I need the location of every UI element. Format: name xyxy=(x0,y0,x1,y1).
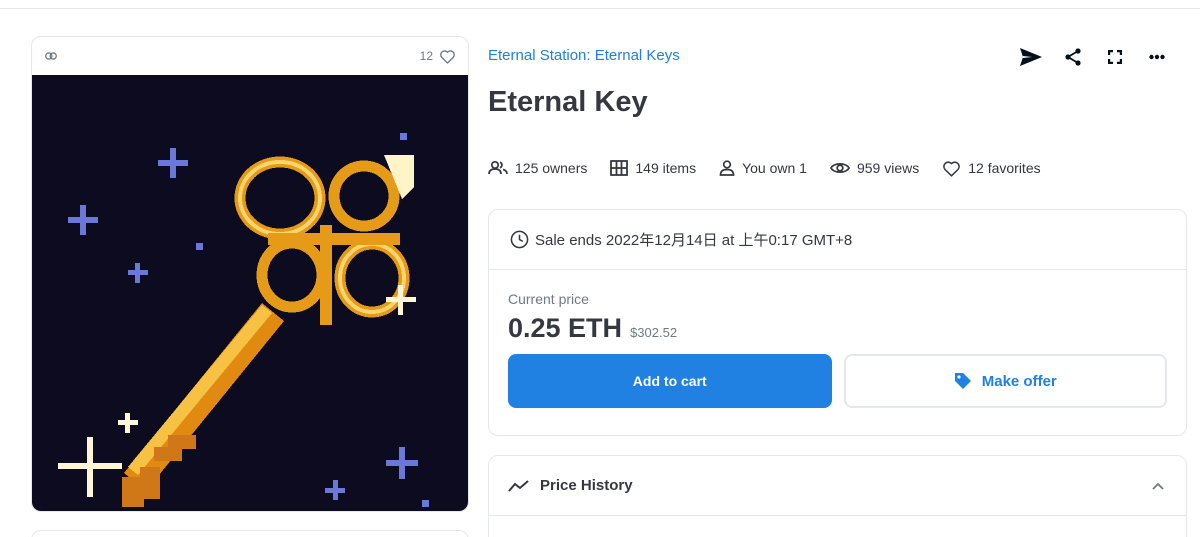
favorites-count-stat: 12 favorites xyxy=(968,160,1041,176)
heart-icon xyxy=(943,160,961,177)
sale-ends-text: Sale ends 2022年12月14日 at 上午0:17 GMT+8 xyxy=(535,232,853,249)
share-icon xyxy=(1065,48,1081,66)
favorite-toggle[interactable]: 12 xyxy=(420,49,456,64)
tag-icon xyxy=(954,373,971,389)
price-eth: 0.25 ETH xyxy=(508,313,623,343)
item-title: Eternal Key xyxy=(488,86,648,118)
nft-media-card: 12 xyxy=(31,36,469,512)
share-button[interactable] xyxy=(1052,42,1094,72)
favorites-stat: 12 favorites xyxy=(942,160,1041,177)
fullscreen-button[interactable] xyxy=(1094,42,1136,72)
clock-icon xyxy=(510,230,529,249)
views-stat: 959 views xyxy=(829,160,920,176)
add-to-cart-button[interactable]: Add to cart xyxy=(508,354,832,408)
favorites-count: 12 xyxy=(419,49,433,63)
grid-icon xyxy=(610,160,629,176)
link-icon[interactable] xyxy=(44,48,60,64)
price-card: Sale ends 2022年12月14日 at 上午0:17 GMT+8 Cu… xyxy=(488,209,1187,436)
eye-icon xyxy=(829,162,850,174)
you-own-count: You own 1 xyxy=(742,160,807,176)
owners-stat[interactable]: 125 owners xyxy=(488,160,587,176)
send-icon xyxy=(1020,48,1042,66)
price-history-heading: Price History xyxy=(508,477,633,494)
current-price-label: Current price xyxy=(508,291,589,307)
more-button[interactable] xyxy=(1136,42,1178,72)
send-button[interactable] xyxy=(1010,42,1052,72)
price-history-toggle[interactable]: Price History xyxy=(489,456,1186,516)
views-count: 959 views xyxy=(856,160,920,176)
more-icon xyxy=(1149,54,1165,60)
nft-image[interactable] xyxy=(32,75,468,511)
item-actions xyxy=(1010,42,1178,72)
trend-icon xyxy=(508,479,529,492)
items-stat: 149 items xyxy=(610,160,696,176)
people-icon xyxy=(488,161,508,175)
make-offer-button[interactable]: Make offer xyxy=(843,354,1167,408)
person-icon xyxy=(719,160,735,176)
price-history-card: Price History xyxy=(488,455,1187,537)
collection-link[interactable]: Eternal Station: Eternal Keys xyxy=(488,47,680,64)
you-own-stat: You own 1 xyxy=(719,160,807,176)
heart-icon[interactable] xyxy=(439,49,456,64)
details-card xyxy=(31,530,469,537)
price-row: 0.25 ETH $302.52 xyxy=(508,313,1167,344)
media-header: 12 xyxy=(32,37,468,75)
make-offer-label: Make offer xyxy=(981,372,1057,390)
sale-ends-row: Sale ends 2022年12月14日 at 上午0:17 GMT+8 xyxy=(489,210,1186,270)
top-nav-border xyxy=(0,0,1200,9)
fullscreen-icon xyxy=(1108,50,1122,64)
items-count: 149 items xyxy=(635,160,697,176)
purchase-buttons: Add to cart Make offer xyxy=(508,354,1167,408)
price-body: Current price 0.25 ETH $302.52 Add to ca… xyxy=(489,291,1186,408)
owners-count: 125 owners xyxy=(515,160,588,176)
price-usd: $302.52 xyxy=(630,325,678,340)
price-history-title: Price History xyxy=(540,477,633,494)
item-stats: 125 owners 149 items You own 1 959 views… xyxy=(488,156,1064,180)
chevron-up-icon xyxy=(1152,482,1164,490)
